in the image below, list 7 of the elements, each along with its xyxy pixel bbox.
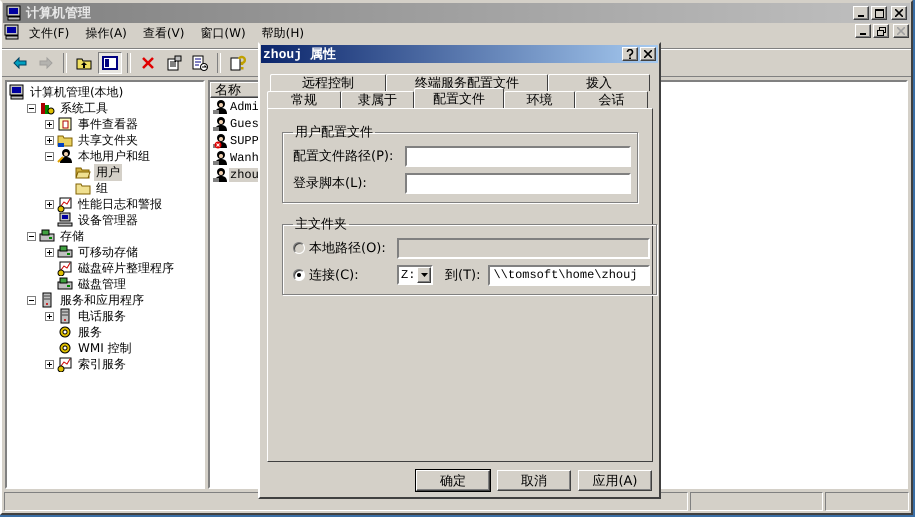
field-label: 到(T):	[445, 267, 480, 284]
group-title: 用户配置文件	[294, 124, 374, 141]
dialog-title: zhouj 属性	[263, 46, 337, 63]
group-title: 主文件夹	[294, 216, 348, 233]
field-label: 配置文件路径(P):	[293, 148, 394, 165]
field-label: 登录脚本(L):	[293, 175, 368, 192]
window-title: 计算机管理	[26, 5, 92, 22]
